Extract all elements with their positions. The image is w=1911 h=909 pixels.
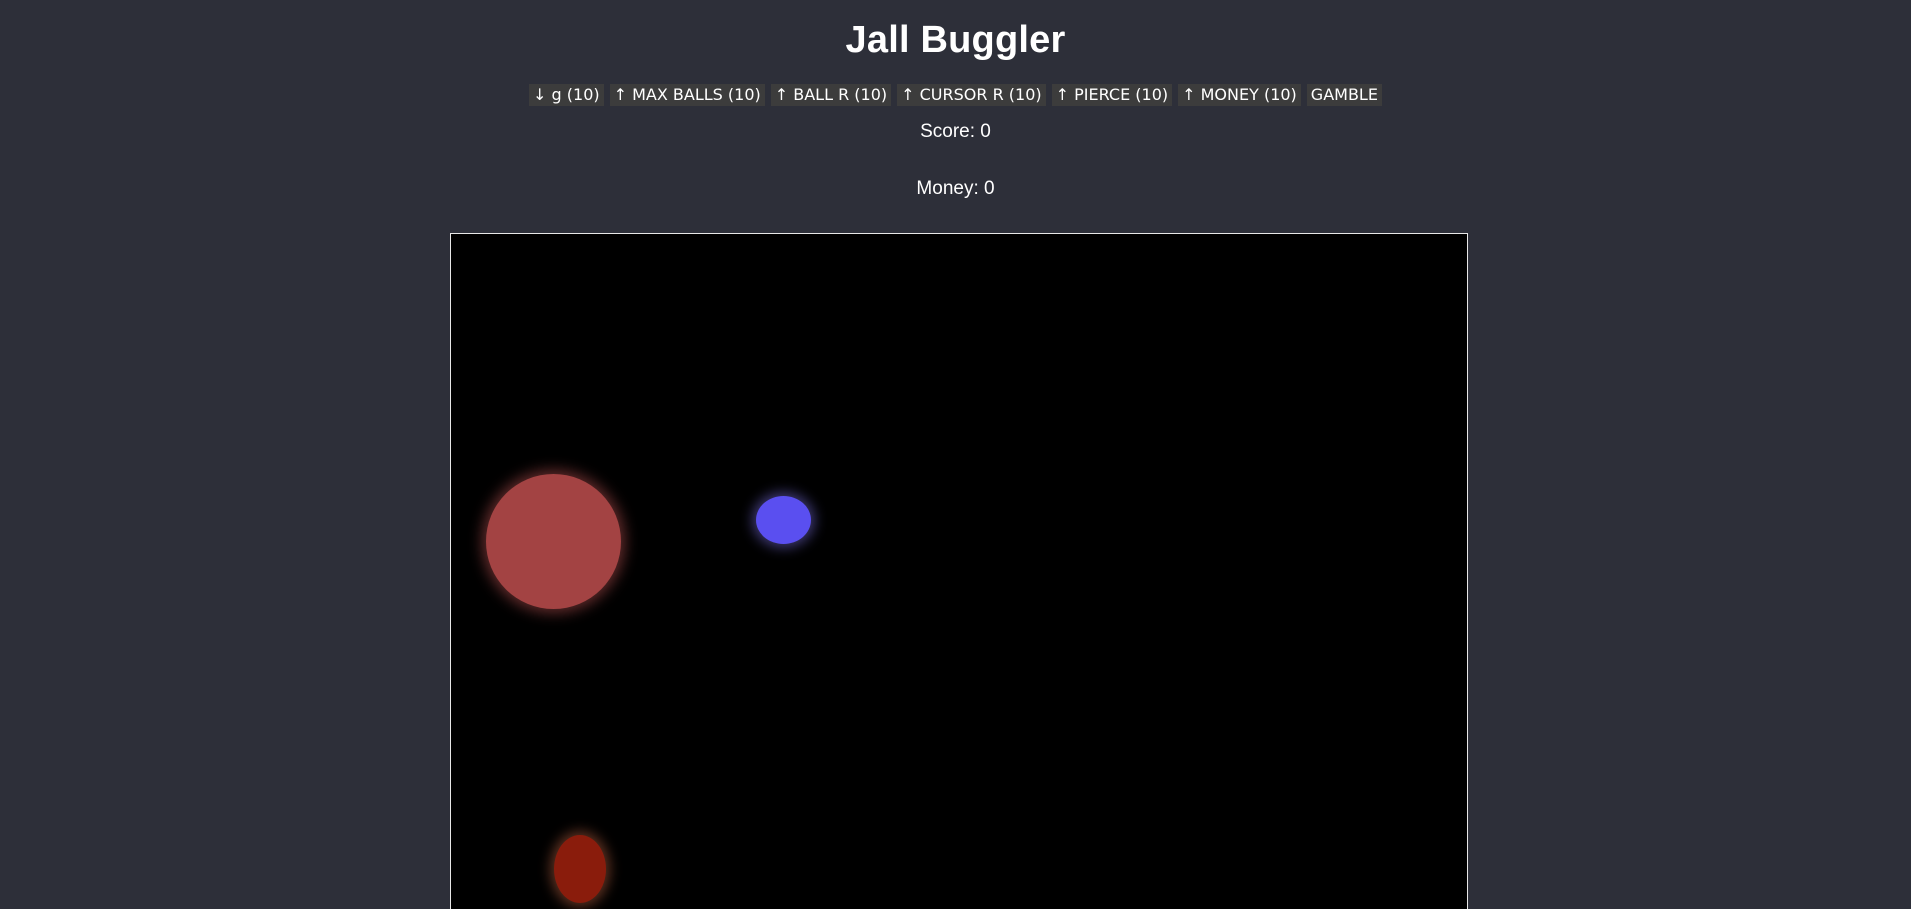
gamble-button[interactable]: GAMBLE [1306,84,1382,106]
increase-cursor-radius-button[interactable]: ↑ CURSOR R (10) [897,84,1046,106]
blue-cursor-ball [756,496,811,544]
increase-ball-radius-button[interactable]: ↑ BALL R (10) [770,84,892,106]
money-display: Money: 0 [916,178,995,199]
dark-red-ball [554,835,606,903]
increase-max-balls-button[interactable]: ↑ MAX BALLS (10) [609,84,765,106]
decrease-gravity-button[interactable]: ↓ g (10) [529,84,604,106]
increase-pierce-button[interactable]: ↑ PIERCE (10) [1051,84,1173,106]
large-red-ball [486,474,621,609]
game-page: Jall Buggler ↓ g (10) ↑ MAX BALLS (10) ↑… [0,0,1911,909]
upgrade-toolbar: ↓ g (10) ↑ MAX BALLS (10) ↑ BALL R (10) … [0,84,1911,106]
game-canvas[interactable] [450,233,1468,909]
score-display: Score: 0 [920,121,991,142]
game-title: Jall Buggler [845,19,1066,61]
increase-money-button[interactable]: ↑ MONEY (10) [1178,84,1301,106]
